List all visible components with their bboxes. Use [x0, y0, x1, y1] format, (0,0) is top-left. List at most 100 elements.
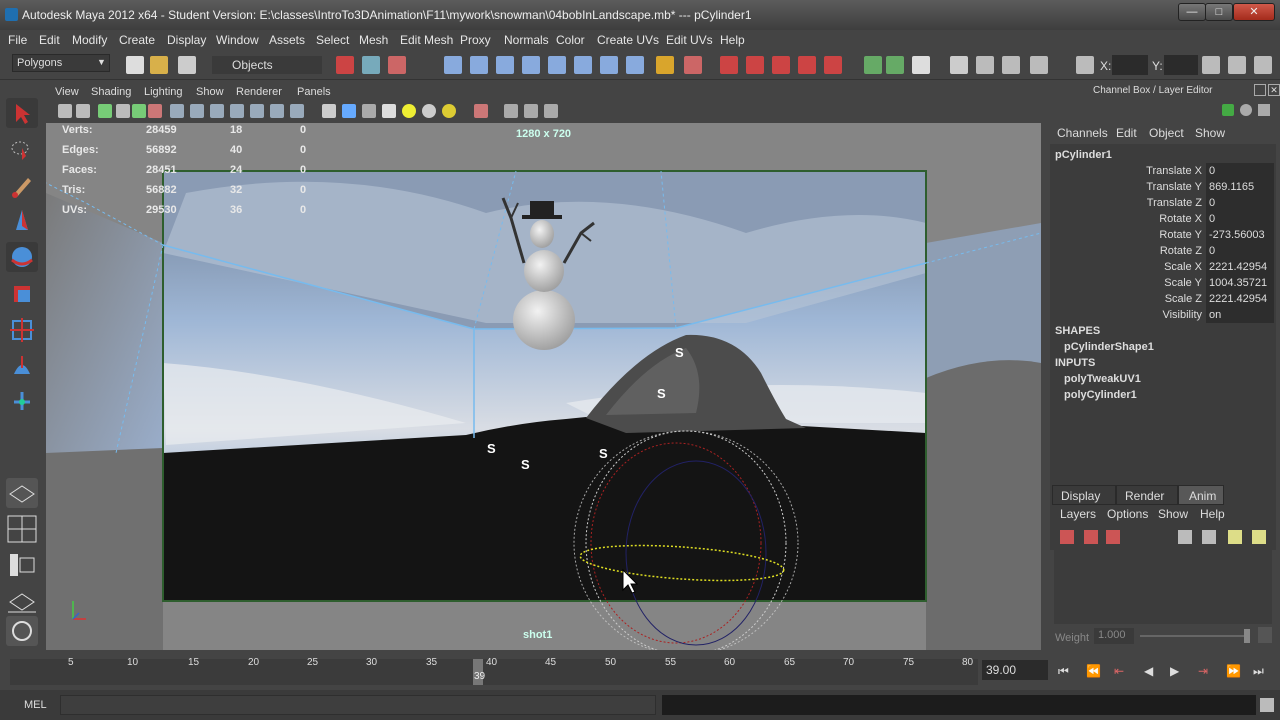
ornament-handle[interactable]: S	[599, 446, 608, 461]
rotate-tool-button[interactable]	[6, 242, 38, 272]
channel-box-icon[interactable]	[1254, 56, 1272, 74]
two-d-pan-zoom-icon[interactable]	[132, 104, 146, 118]
scale-tool-button[interactable]	[6, 278, 38, 308]
grid-icon[interactable]	[170, 104, 184, 118]
menu-edit-uvs[interactable]: Edit UVs	[666, 33, 713, 47]
weight-input[interactable]: 1.000	[1094, 628, 1134, 644]
attr-value[interactable]: 0	[1209, 245, 1215, 257]
gate-mask-icon[interactable]	[230, 104, 244, 118]
attr-value[interactable]: -273.56003	[1209, 229, 1265, 241]
xray-active-icon[interactable]	[524, 104, 538, 118]
isolate-select-icon[interactable]	[474, 104, 488, 118]
resolution-gate-icon[interactable]	[210, 104, 224, 118]
selection-mode-dropdown[interactable]: Objects	[212, 56, 322, 74]
attr-value[interactable]: 0	[1209, 165, 1215, 177]
restore-icon[interactable]	[1254, 84, 1266, 96]
safe-action-icon[interactable]	[270, 104, 284, 118]
input-node[interactable]: polyCylinder1	[1064, 389, 1137, 401]
ornament-handle[interactable]: S	[675, 345, 684, 360]
menu-help[interactable]: Help	[720, 33, 745, 47]
object-name[interactable]: pCylinder1	[1055, 149, 1112, 161]
last-tool-button[interactable]	[6, 420, 38, 450]
film-gate-icon[interactable]	[190, 104, 204, 118]
attr-value[interactable]: 1004.35721	[1209, 277, 1267, 289]
menu-edit[interactable]: Edit	[39, 33, 60, 47]
add-keyframe-icon[interactable]	[1060, 530, 1074, 544]
wireframe-on-shaded-icon[interactable]	[362, 104, 376, 118]
menu-normals[interactable]: Normals	[504, 33, 549, 47]
camera-attributes-icon[interactable]	[76, 104, 90, 118]
input-node[interactable]: polyTweakUV1	[1064, 373, 1141, 385]
xray-icon[interactable]	[504, 104, 518, 118]
attr-value[interactable]: 2221.42954	[1209, 293, 1267, 305]
step-forward-key-icon[interactable]: ⇥	[1198, 664, 1208, 678]
viewport-scene[interactable]: Verts: 28459 18 0 Edges: 56892 40 0 Face…	[46, 123, 1041, 650]
mask-dynamics-icon[interactable]	[574, 56, 592, 74]
step-back-frame-icon[interactable]: ⏪	[1086, 664, 1101, 678]
maya-app-icon[interactable]	[5, 8, 18, 21]
tool-settings-icon[interactable]	[1228, 56, 1246, 74]
mask-misc-icon[interactable]	[626, 56, 644, 74]
ipr-render-icon[interactable]	[1002, 56, 1020, 74]
cb-menu-show[interactable]: Show	[1195, 126, 1225, 140]
textured-icon[interactable]	[382, 104, 396, 118]
maximize-button[interactable]: □	[1205, 3, 1233, 21]
weight-slider-track[interactable]	[1140, 635, 1248, 637]
layer-menu-show[interactable]: Show	[1158, 507, 1188, 521]
add-layer-keyframe-icon[interactable]	[1084, 530, 1098, 544]
universal-manipulator-button[interactable]	[6, 314, 38, 344]
step-back-key-icon[interactable]: ⇤	[1114, 664, 1124, 678]
viewport-menu-panels[interactable]: Panels	[297, 86, 331, 98]
xray-joints-icon[interactable]	[544, 104, 558, 118]
cb-menu-object[interactable]: Object	[1149, 126, 1184, 140]
render-settings-icon[interactable]	[1030, 56, 1048, 74]
single-perspective-layout-button[interactable]	[6, 478, 38, 508]
construction-history-icon[interactable]	[912, 56, 930, 74]
tab-display[interactable]: Display	[1052, 485, 1116, 505]
mel-label[interactable]: MEL	[24, 699, 47, 711]
viewport-menu-view[interactable]: View	[55, 86, 79, 98]
shadows-icon[interactable]	[422, 104, 436, 118]
ornament-handle[interactable]: S	[657, 386, 666, 401]
move-layer-down-icon[interactable]	[1202, 530, 1216, 544]
mask-surfaces-icon[interactable]	[522, 56, 540, 74]
cb-menu-channels[interactable]: Channels	[1057, 126, 1108, 140]
paint-select-tool-button[interactable]	[6, 170, 38, 200]
viewport-menu-renderer[interactable]: Renderer	[236, 86, 282, 98]
image-plane-icon[interactable]	[116, 104, 130, 118]
highlight-selection-icon[interactable]	[684, 56, 702, 74]
mask-curves-icon[interactable]	[496, 56, 514, 74]
mask-handles-icon[interactable]	[444, 56, 462, 74]
menu-create-uvs[interactable]: Create UVs	[597, 33, 659, 47]
menu-create[interactable]: Create	[119, 33, 155, 47]
use-all-lights-icon[interactable]	[402, 104, 416, 118]
mask-rendering-icon[interactable]	[600, 56, 618, 74]
menu-select[interactable]: Select	[316, 33, 349, 47]
viewport-menu-show[interactable]: Show	[196, 86, 224, 98]
mel-input[interactable]	[60, 695, 656, 715]
new-scene-icon[interactable]	[126, 56, 144, 74]
x-input[interactable]	[1112, 55, 1148, 75]
mask-deformations-icon[interactable]	[548, 56, 566, 74]
time-slider[interactable]: 39 5 10 15 20 25 30 35 40 45 50 55 60 65…	[0, 655, 1280, 690]
snap-point-icon[interactable]	[772, 56, 790, 74]
make-live-icon[interactable]	[824, 56, 842, 74]
layer-menu-help[interactable]: Help	[1200, 507, 1225, 521]
close-button[interactable]: ✕	[1233, 3, 1275, 21]
weight-slider-handle[interactable]	[1244, 629, 1250, 643]
ornament-handle[interactable]: S	[521, 457, 530, 472]
ornament-handle[interactable]: S	[487, 441, 496, 456]
safe-title-icon[interactable]	[290, 104, 304, 118]
layer-menu-layers[interactable]: Layers	[1060, 507, 1096, 521]
select-tool-button[interactable]	[6, 98, 38, 128]
play-backwards-icon[interactable]: ◀	[1144, 664, 1153, 678]
play-forwards-icon[interactable]: ▶	[1170, 664, 1179, 678]
menu-modify[interactable]: Modify	[72, 33, 107, 47]
field-chart-icon[interactable]	[250, 104, 264, 118]
select-object-icon[interactable]	[362, 56, 380, 74]
weight-key-button[interactable]	[1258, 627, 1272, 643]
menu-file[interactable]: File	[8, 33, 27, 47]
graph-layout-button[interactable]	[6, 586, 38, 616]
select-hierarchy-icon[interactable]	[336, 56, 354, 74]
menu-proxy[interactable]: Proxy	[460, 33, 491, 47]
